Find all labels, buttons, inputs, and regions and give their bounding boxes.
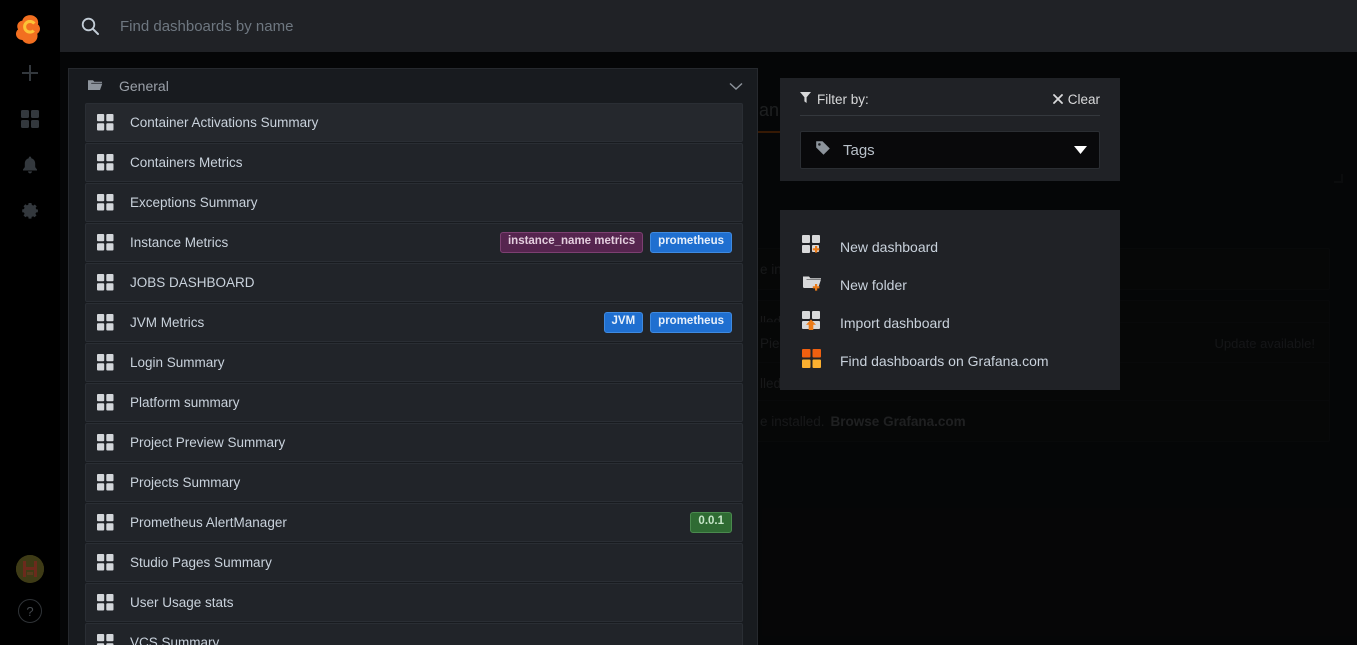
dashboard-title: Containers Metrics (130, 155, 243, 170)
new-dashboard-icon (802, 235, 822, 260)
search-icon[interactable] (60, 16, 120, 36)
folder-name: General (119, 78, 169, 94)
sidebar-item-configuration[interactable] (0, 190, 60, 236)
menu-label: Import dashboard (840, 315, 950, 331)
grafana-com-icon (802, 349, 822, 374)
dashboard-grid-icon (97, 514, 114, 531)
plus-icon (20, 63, 40, 88)
dashboards-grid-icon (20, 109, 40, 134)
dashboard-list: Container Activations Summary Containers … (69, 103, 757, 645)
sidebar-item-dashboards[interactable] (0, 98, 60, 144)
actions-menu: New dashboard New folder Import dashboar… (780, 210, 1120, 390)
tag-icon (815, 140, 831, 161)
dashboard-row[interactable]: User Usage stats (85, 583, 743, 622)
dashboard-title: Platform summary (130, 395, 240, 410)
dashboard-grid-icon (97, 234, 114, 251)
dashboard-grid-icon (97, 394, 114, 411)
dashboard-grid-icon (97, 594, 114, 611)
dashboard-title: VCS Summary (130, 635, 219, 645)
tags-select-label: Tags (843, 142, 875, 159)
clear-filter-button[interactable]: Clear (1053, 92, 1100, 107)
dashboard-grid-icon (97, 194, 114, 211)
tag-badge[interactable]: prometheus (650, 232, 732, 253)
tags-select[interactable]: Tags (800, 131, 1100, 169)
sidebar: ? (0, 0, 60, 645)
dashboard-row[interactable]: JOBS DASHBOARD (85, 263, 743, 302)
tag-badge[interactable]: prometheus (650, 312, 732, 333)
dashboard-row[interactable]: VCS Summary (85, 623, 743, 645)
dashboard-grid-icon (97, 274, 114, 291)
avatar[interactable] (16, 555, 44, 583)
close-x-icon (1053, 92, 1063, 107)
menu-item-find-dashboards-grafana-com[interactable]: Find dashboards on Grafana.com (780, 342, 1120, 380)
tag-badge[interactable]: JVM (604, 312, 644, 333)
menu-item-new-folder[interactable]: New folder (780, 266, 1120, 304)
dashboard-tags: 0.0.1 (690, 512, 732, 533)
dashboard-grid-icon (97, 434, 114, 451)
folder-header-general[interactable]: General (69, 69, 757, 103)
funnel-icon (800, 90, 811, 108)
dashboard-row[interactable]: Instance Metrics instance_name metrics pro… (85, 223, 743, 262)
search-input[interactable] (120, 10, 1357, 42)
dashboard-title: JOBS DASHBOARD (130, 275, 255, 290)
dashboard-grid-icon (97, 114, 114, 131)
gear-icon (20, 201, 40, 226)
dashboard-grid-icon (97, 474, 114, 491)
help-icon[interactable]: ? (18, 599, 42, 623)
dashboard-title: Login Summary (130, 355, 225, 370)
menu-label: New dashboard (840, 239, 938, 255)
caret-down-icon (1074, 141, 1087, 159)
dashboard-row[interactable]: JVM Metrics JVM prometheus (85, 303, 743, 342)
dashboard-grid-icon (97, 154, 114, 171)
filter-panel: Filter by: Clear Tags (780, 78, 1120, 181)
menu-label: New folder (840, 277, 907, 293)
dashboard-title: Instance Metrics (130, 235, 228, 250)
import-dashboard-icon (802, 311, 822, 336)
grafana-logo[interactable] (8, 8, 52, 52)
dashboard-grid-icon (97, 314, 114, 331)
dashboard-row[interactable]: Container Activations Summary (85, 103, 743, 142)
dashboard-title: User Usage stats (130, 595, 234, 610)
search-results-panel: General Container Activations SummaryCon… (68, 68, 758, 645)
dashboard-title: Projects Summary (130, 475, 240, 490)
dashboard-row[interactable]: Containers Metrics (85, 143, 743, 182)
filter-title: Filter by: (817, 92, 869, 107)
dashboard-grid-icon (97, 354, 114, 371)
tag-badge[interactable]: instance_name metrics (500, 232, 643, 253)
filter-header: Filter by: Clear (800, 90, 1100, 116)
dashboard-row[interactable]: Exceptions Summary (85, 183, 743, 222)
menu-label: Find dashboards on Grafana.com (840, 353, 1049, 369)
dashboard-title: Exceptions Summary (130, 195, 258, 210)
dashboard-grid-icon (97, 634, 114, 645)
dashboard-title: Studio Pages Summary (130, 555, 272, 570)
dashboard-title: Container Activations Summary (130, 115, 318, 130)
dashboard-tags: instance_name metrics prometheus (500, 232, 732, 253)
dashboard-row[interactable]: Prometheus AlertManager 0.0.1 (85, 503, 743, 542)
dashboard-title: JVM Metrics (130, 315, 204, 330)
dashboard-grid-icon (97, 554, 114, 571)
sidebar-item-alerting[interactable] (0, 144, 60, 190)
dashboard-title: Prometheus AlertManager (130, 515, 287, 530)
dashboard-title: Project Preview Summary (130, 435, 285, 450)
sidebar-item-create[interactable] (0, 52, 60, 98)
bell-icon (20, 155, 40, 180)
menu-item-new-dashboard[interactable]: New dashboard (780, 228, 1120, 266)
dashboard-row[interactable]: Platform summary (85, 383, 743, 422)
folder-open-icon (87, 78, 103, 95)
clear-label: Clear (1068, 92, 1100, 107)
dashboard-tags: JVM prometheus (604, 312, 732, 333)
new-folder-icon (802, 273, 822, 298)
dashboard-row[interactable]: Studio Pages Summary (85, 543, 743, 582)
menu-item-import-dashboard[interactable]: Import dashboard (780, 304, 1120, 342)
dashboard-row[interactable]: Login Summary (85, 343, 743, 382)
search-bar (60, 0, 1357, 52)
chevron-down-icon[interactable] (729, 78, 743, 94)
tag-badge[interactable]: 0.0.1 (690, 512, 732, 533)
dashboard-row[interactable]: Project Preview Summary (85, 423, 743, 462)
dashboard-row[interactable]: Projects Summary (85, 463, 743, 502)
